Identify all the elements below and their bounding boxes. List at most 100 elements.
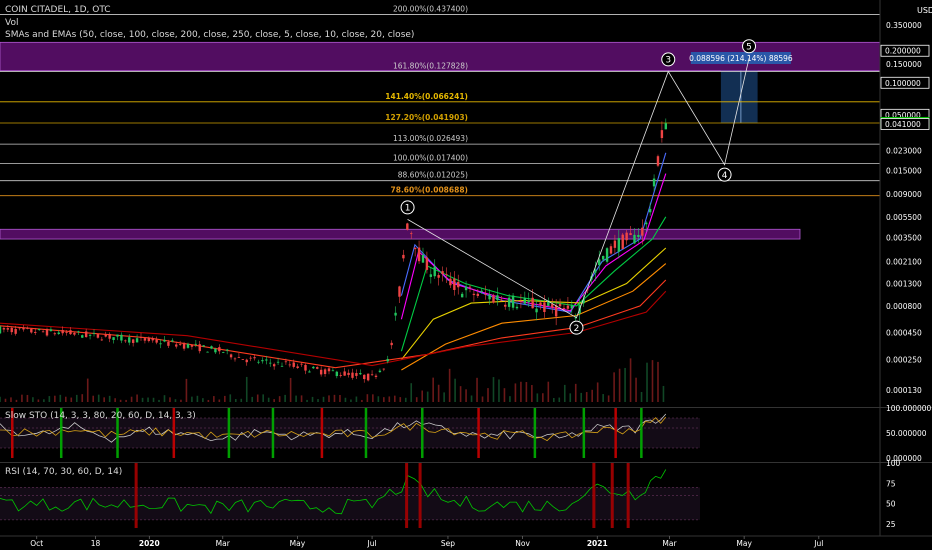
volume-bar [437, 384, 440, 402]
pane-tick-label: 100.000000 [886, 404, 932, 413]
volume-bar [4, 398, 7, 402]
price-label-text: 0.200000 [885, 47, 921, 56]
volume-bar [481, 396, 484, 402]
candle-body [108, 333, 111, 339]
volume-bar [426, 391, 429, 402]
price-tick-label: 0.000250 [886, 356, 922, 365]
volume-bar [361, 399, 363, 402]
candle-body [363, 374, 366, 380]
price-tick-label: 0.350000 [886, 21, 922, 30]
volume-bar [97, 394, 100, 402]
volume-bar [213, 396, 215, 402]
volume-bar [372, 394, 374, 402]
volume-bar [596, 382, 599, 402]
time-tick-label: Mar [662, 539, 677, 548]
candle-body [433, 266, 436, 277]
candle-body [543, 302, 546, 313]
candle-body [151, 338, 154, 341]
chart-canvas: 0.088596 (214.14%) 88596 200.00%(0.43740… [0, 0, 932, 550]
volume-bar [509, 396, 511, 402]
candle-body [515, 306, 519, 309]
volume-bar [404, 397, 407, 402]
candle-body [186, 343, 190, 348]
price-tick-label: 0.023000 [886, 147, 922, 156]
candle-body [359, 372, 362, 375]
volume-bar [640, 391, 643, 402]
candle-body [10, 327, 13, 333]
candle-body [249, 357, 252, 359]
candle-body [225, 349, 229, 351]
candle-body [284, 361, 288, 363]
volume-bar [585, 392, 588, 402]
candle-body [198, 344, 201, 352]
volume-bar [432, 377, 434, 402]
candle-body [272, 364, 276, 367]
sto-signal-bar [364, 408, 368, 458]
wave-label: 1 [405, 204, 411, 214]
candle-body [269, 362, 272, 364]
candle-body [257, 361, 260, 363]
candle-body [488, 294, 491, 300]
candle-body [472, 293, 476, 296]
volume-bar [256, 394, 259, 402]
candle-body [519, 300, 523, 302]
volume-bar [536, 393, 539, 402]
volume-bar [295, 395, 297, 402]
candle-body [331, 370, 335, 372]
rsi-signal-bar [626, 463, 630, 528]
candle-body [171, 340, 174, 342]
rsi-legend: RSI (14, 70, 30, 60, D, 14) [5, 467, 123, 477]
volume-bar [218, 399, 221, 402]
volume-bar [657, 361, 659, 402]
time-tick-label: May [290, 539, 306, 548]
candle-body [202, 345, 205, 347]
volume-bar [476, 377, 478, 402]
candle-body [155, 339, 158, 343]
pane-tick-label: 100 [886, 459, 901, 468]
volume-bar [662, 385, 665, 402]
candle-body [2, 328, 6, 330]
candle-body [304, 364, 307, 371]
candle-body [65, 332, 68, 334]
volume-bar [629, 358, 632, 402]
time-tick-label: Sep [441, 539, 455, 548]
pane-tick-label: 50.000000 [886, 429, 927, 438]
sto-signal-bar [271, 408, 275, 458]
candle-body [648, 209, 652, 213]
candle-body [112, 337, 115, 341]
volume-bar [70, 397, 73, 402]
candle-body [390, 342, 393, 346]
sto-signal-bar [477, 408, 480, 458]
candle-body [159, 343, 162, 345]
chart-background [0, 0, 932, 550]
volume-bar [525, 382, 528, 402]
candle-body [523, 297, 527, 304]
candle-body [398, 286, 401, 297]
candle-body [6, 328, 10, 330]
candle-body [633, 234, 636, 244]
candle-body [116, 334, 119, 337]
candle-body [413, 247, 417, 250]
volume-bar [503, 388, 506, 402]
candle-body [531, 297, 534, 309]
candle-body [296, 366, 299, 368]
candle-body [562, 308, 566, 310]
candle-body [500, 299, 503, 301]
sto-signal-bar [640, 408, 643, 458]
candle-body [660, 130, 664, 139]
wave-label: 4 [722, 171, 728, 181]
candle-body [476, 293, 480, 296]
candle-body [366, 373, 370, 381]
volume-bar [207, 399, 210, 402]
volume-bar [10, 397, 12, 402]
price-tick-label: 0.150000 [886, 60, 922, 69]
volume-bar [618, 368, 621, 402]
candle-body [598, 259, 601, 266]
candle-body [554, 305, 558, 317]
volume-bar [152, 397, 155, 402]
volume-bar [388, 396, 391, 402]
volume-bar [558, 397, 561, 402]
price-tick-label: 0.003500 [886, 234, 922, 243]
candle-body [182, 343, 186, 349]
candle-body [504, 304, 507, 307]
